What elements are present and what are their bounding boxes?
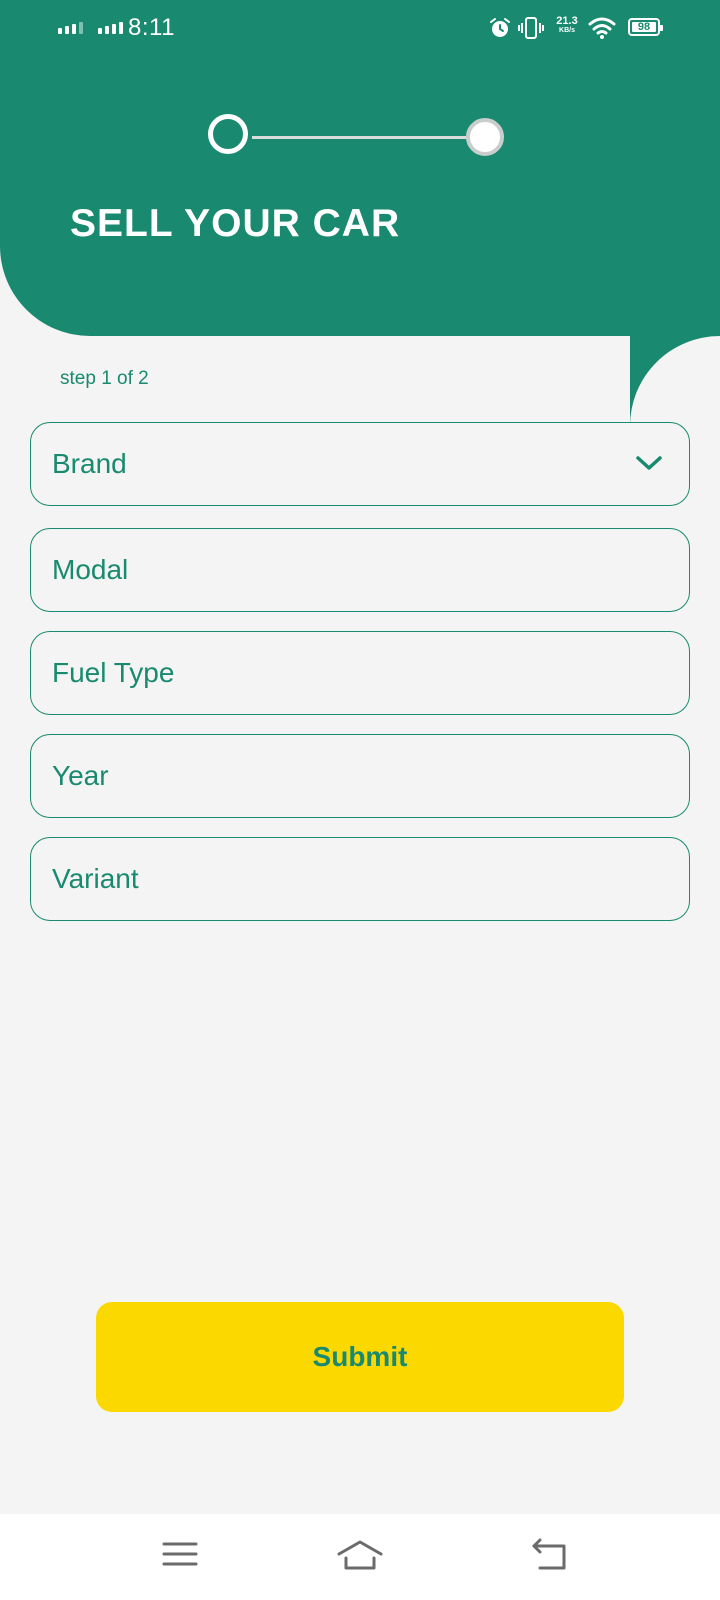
year-field[interactable]: Year bbox=[30, 734, 690, 818]
page-title: SELL YOUR CAR bbox=[70, 202, 401, 245]
vibrate-icon bbox=[518, 17, 544, 39]
status-bar: 8:11 21.3 KB/s 98 bbox=[0, 0, 720, 56]
battery-icon: 98 bbox=[628, 18, 663, 36]
header-curve bbox=[630, 336, 720, 516]
alarm-icon bbox=[490, 18, 510, 37]
network-speed: 21.3 KB/s bbox=[556, 15, 578, 35]
status-time: 8:11 bbox=[128, 14, 175, 41]
step-label: step 1 of 2 bbox=[60, 368, 149, 389]
signal-icon bbox=[58, 22, 83, 34]
wifi-icon bbox=[588, 17, 616, 39]
system-nav-bar bbox=[0, 1514, 720, 1600]
fuel-type-field[interactable]: Fuel Type bbox=[30, 631, 690, 715]
variant-label: Variant bbox=[52, 863, 139, 894]
menu-icon[interactable] bbox=[162, 1534, 198, 1574]
year-label: Year bbox=[52, 760, 109, 791]
home-icon[interactable] bbox=[336, 1534, 384, 1574]
brand-dropdown[interactable]: Brand bbox=[30, 422, 690, 506]
step-1-indicator bbox=[208, 114, 248, 154]
variant-field[interactable]: Variant bbox=[30, 837, 690, 921]
modal-field[interactable]: Modal bbox=[30, 528, 690, 612]
step-2-indicator bbox=[466, 118, 504, 156]
modal-label: Modal bbox=[52, 554, 129, 585]
back-icon[interactable] bbox=[530, 1534, 570, 1574]
submit-button[interactable]: Submit bbox=[96, 1302, 624, 1412]
step-progress bbox=[208, 112, 508, 168]
step-connector bbox=[252, 136, 482, 139]
chevron-down-icon bbox=[636, 456, 662, 470]
signal-icon bbox=[98, 22, 123, 34]
fuel-type-label: Fuel Type bbox=[52, 657, 175, 688]
brand-label: Brand bbox=[52, 448, 127, 479]
